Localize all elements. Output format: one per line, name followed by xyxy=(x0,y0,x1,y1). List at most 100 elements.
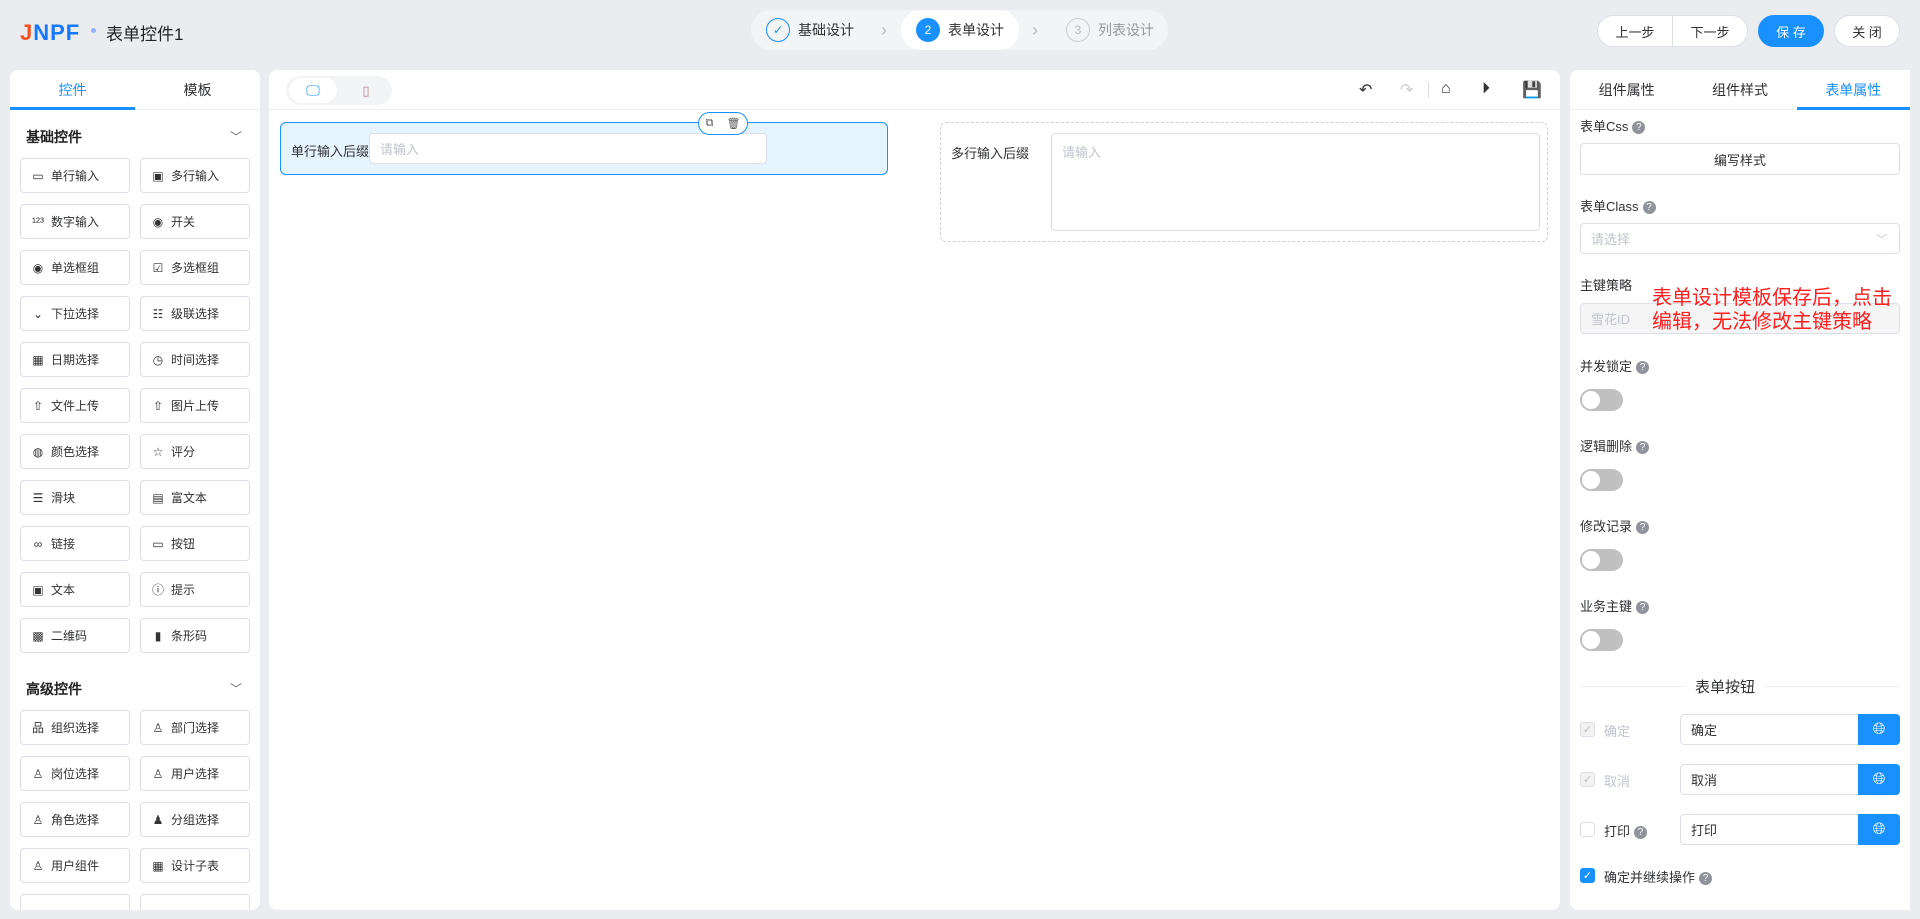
widget-item[interactable]: ⇧ 图片上传 xyxy=(140,388,250,423)
button-text-input[interactable]: 取消 xyxy=(1680,764,1860,795)
widget-item[interactable]: ▭ 单行输入 xyxy=(20,158,130,193)
chevron-down-icon[interactable]: ﹀ xyxy=(230,128,242,145)
form-item-textarea[interactable]: 多行输入后缀 请输入 xyxy=(940,122,1548,242)
help-icon[interactable]: ? xyxy=(1699,872,1713,885)
widget-item[interactable]: ▣ 多行输入 xyxy=(140,158,250,193)
save-button[interactable]: 保 存 xyxy=(1758,15,1824,47)
form-item-single-input[interactable]: 单行输入后缀 请输入 xyxy=(280,122,888,175)
preview-play-icon[interactable]: ⏵ xyxy=(1482,80,1490,98)
scrollbar[interactable] xyxy=(1910,70,1920,910)
widget-item[interactable]: ♙ 用户组件 xyxy=(20,848,130,883)
widget-item[interactable]: ¹²³ 数字输入 xyxy=(20,204,130,239)
button-checkbox[interactable] xyxy=(1580,822,1595,837)
desktop-icon[interactable]: 🖵 xyxy=(289,78,337,103)
slider-icon: ☰ xyxy=(32,490,44,505)
button-icon: ▭ xyxy=(152,536,164,551)
widget-item[interactable]: ▣ 文本 xyxy=(20,572,130,607)
tab-form-props[interactable]: 表单属性 xyxy=(1796,70,1911,110)
properties-panel: 组件属性 组件样式 表单属性 表单Css? 编写样式 表单Class? 请选择 ﹀… xyxy=(1570,70,1911,910)
step-list-design[interactable]: 3 列表设计 xyxy=(1066,10,1154,50)
globe-icon[interactable]: 🌐︎ xyxy=(1858,814,1900,845)
tab-templates[interactable]: 模板 xyxy=(135,70,260,109)
widget-item[interactable]: ⓘ 提示 xyxy=(140,572,250,607)
button-checkbox[interactable]: ✓ xyxy=(1580,722,1595,737)
write-style-button[interactable]: 编写样式 xyxy=(1580,143,1900,175)
save-template-icon[interactable]: 💾 xyxy=(1522,80,1542,100)
widget-item[interactable]: ▮ 条形码 xyxy=(140,618,250,653)
toggle-switch[interactable] xyxy=(1580,389,1623,411)
button-checkbox[interactable]: ✓ xyxy=(1580,772,1595,787)
tab-component-style[interactable]: 组件样式 xyxy=(1683,70,1796,109)
help-icon[interactable]: ? xyxy=(1636,361,1650,374)
widget-item[interactable]: ∞ 链接 xyxy=(20,526,130,561)
widget-item[interactable]: ▦ 设计子表 xyxy=(140,848,250,883)
help-icon[interactable]: ? xyxy=(1642,201,1656,214)
widget-item[interactable]: ♙ 用户选择 xyxy=(140,756,250,791)
help-icon[interactable]: ? xyxy=(1632,121,1646,134)
close-button[interactable]: 关 闭 xyxy=(1834,15,1900,47)
widget-label: 时间选择 xyxy=(171,353,220,367)
mobile-icon[interactable]: ▯ xyxy=(342,78,390,103)
widget-item[interactable]: ▦ 日期选择 xyxy=(20,342,130,377)
widget-item[interactable]: ▤ 富文本 xyxy=(140,480,250,515)
delete-icon[interactable]: 🗑 xyxy=(726,117,740,130)
copy-icon[interactable]: ⧉ xyxy=(706,117,714,130)
field-label: 多行输入后缀 xyxy=(951,146,1030,161)
radio-icon: ◉ xyxy=(32,260,44,275)
widget-item[interactable]: ▩ 二维码 xyxy=(20,618,130,653)
toggle-switch[interactable] xyxy=(1580,629,1623,651)
tab-widgets[interactable]: 控件 xyxy=(10,70,135,110)
tab-component-props[interactable]: 组件属性 xyxy=(1570,70,1683,109)
widget-item[interactable]: ♙ 角色选择 xyxy=(20,802,130,837)
step-form-design[interactable]: 2 表单设计 xyxy=(901,10,1019,50)
globe-icon[interactable]: 🌐︎ xyxy=(1858,714,1900,745)
widget-item[interactable]: ☑ 多选框组 xyxy=(140,250,250,285)
button-text-input[interactable]: 确定 xyxy=(1680,714,1860,745)
help-icon[interactable]: ? xyxy=(1636,441,1650,454)
widget-item[interactable]: ▭ 按钮 xyxy=(140,526,250,561)
widget-item[interactable]: ◉ 开关 xyxy=(140,204,250,239)
toggle-switch[interactable] xyxy=(1580,549,1623,571)
single-input-field[interactable]: 请输入 xyxy=(369,133,767,164)
redo-icon[interactable]: ↷ xyxy=(1400,80,1413,100)
next-step-button[interactable]: 下一步 xyxy=(1672,15,1748,47)
checkbox-icon: ☑ xyxy=(152,260,164,275)
widget-label: 用户组件 xyxy=(51,859,100,873)
step-basic-design[interactable]: ✓ 基础设计 xyxy=(766,10,854,50)
widget-item[interactable]: ♙ 岗位选择 xyxy=(20,756,130,791)
widget-label: 下拉选择 xyxy=(51,307,100,321)
undo-icon[interactable]: ↶ xyxy=(1359,80,1372,100)
continue-checkbox[interactable]: ✓ xyxy=(1580,868,1595,883)
form-class-select[interactable]: 请选择 ﹀ xyxy=(1580,223,1900,254)
chevron-right-icon: › xyxy=(881,20,887,40)
toggle-switch[interactable] xyxy=(1580,469,1623,491)
widget-item[interactable]: ⌄ 下拉选择 xyxy=(20,296,130,331)
widget-item[interactable]: ♙ 部门选择 xyxy=(140,710,250,745)
widget-item[interactable]: ◉ 单选框组 xyxy=(20,250,130,285)
widget-item[interactable] xyxy=(20,894,130,910)
globe-icon[interactable]: 🌐︎ xyxy=(1858,764,1900,795)
widget-item[interactable]: ◍ 颜色选择 xyxy=(20,434,130,469)
alert-icon: ⓘ xyxy=(151,583,164,597)
widget-item[interactable]: ☷ 级联选择 xyxy=(140,296,250,331)
widget-item[interactable] xyxy=(140,894,250,910)
help-icon[interactable]: ? xyxy=(1636,521,1650,534)
user-add-icon: ♙ xyxy=(32,858,44,873)
help-icon[interactable]: ? xyxy=(1636,601,1650,614)
input-icon: ▭ xyxy=(32,168,44,183)
widget-item[interactable]: ☰ 滑块 xyxy=(20,480,130,515)
widget-item[interactable]: ◷ 时间选择 xyxy=(140,342,250,377)
button-text-input[interactable]: 打印 xyxy=(1680,814,1860,845)
help-icon[interactable]: ? xyxy=(1634,826,1648,839)
toggle-label: 并发锁定? xyxy=(1580,356,1650,375)
chevron-down-icon[interactable]: ﹀ xyxy=(230,680,242,697)
prev-step-button[interactable]: 上一步 xyxy=(1597,15,1673,47)
clear-brush-icon[interactable]: ⌂ xyxy=(1441,80,1451,98)
cascader-icon: ☷ xyxy=(152,306,164,321)
widget-item[interactable]: ☆ 评分 xyxy=(140,434,250,469)
switch-icon: ◉ xyxy=(152,214,164,229)
widget-item[interactable]: ⇧ 文件上传 xyxy=(20,388,130,423)
widget-item[interactable]: 品组织选择 xyxy=(20,710,130,745)
textarea-field[interactable]: 请输入 xyxy=(1051,133,1540,231)
widget-item[interactable]: ♟ 分组选择 xyxy=(140,802,250,837)
